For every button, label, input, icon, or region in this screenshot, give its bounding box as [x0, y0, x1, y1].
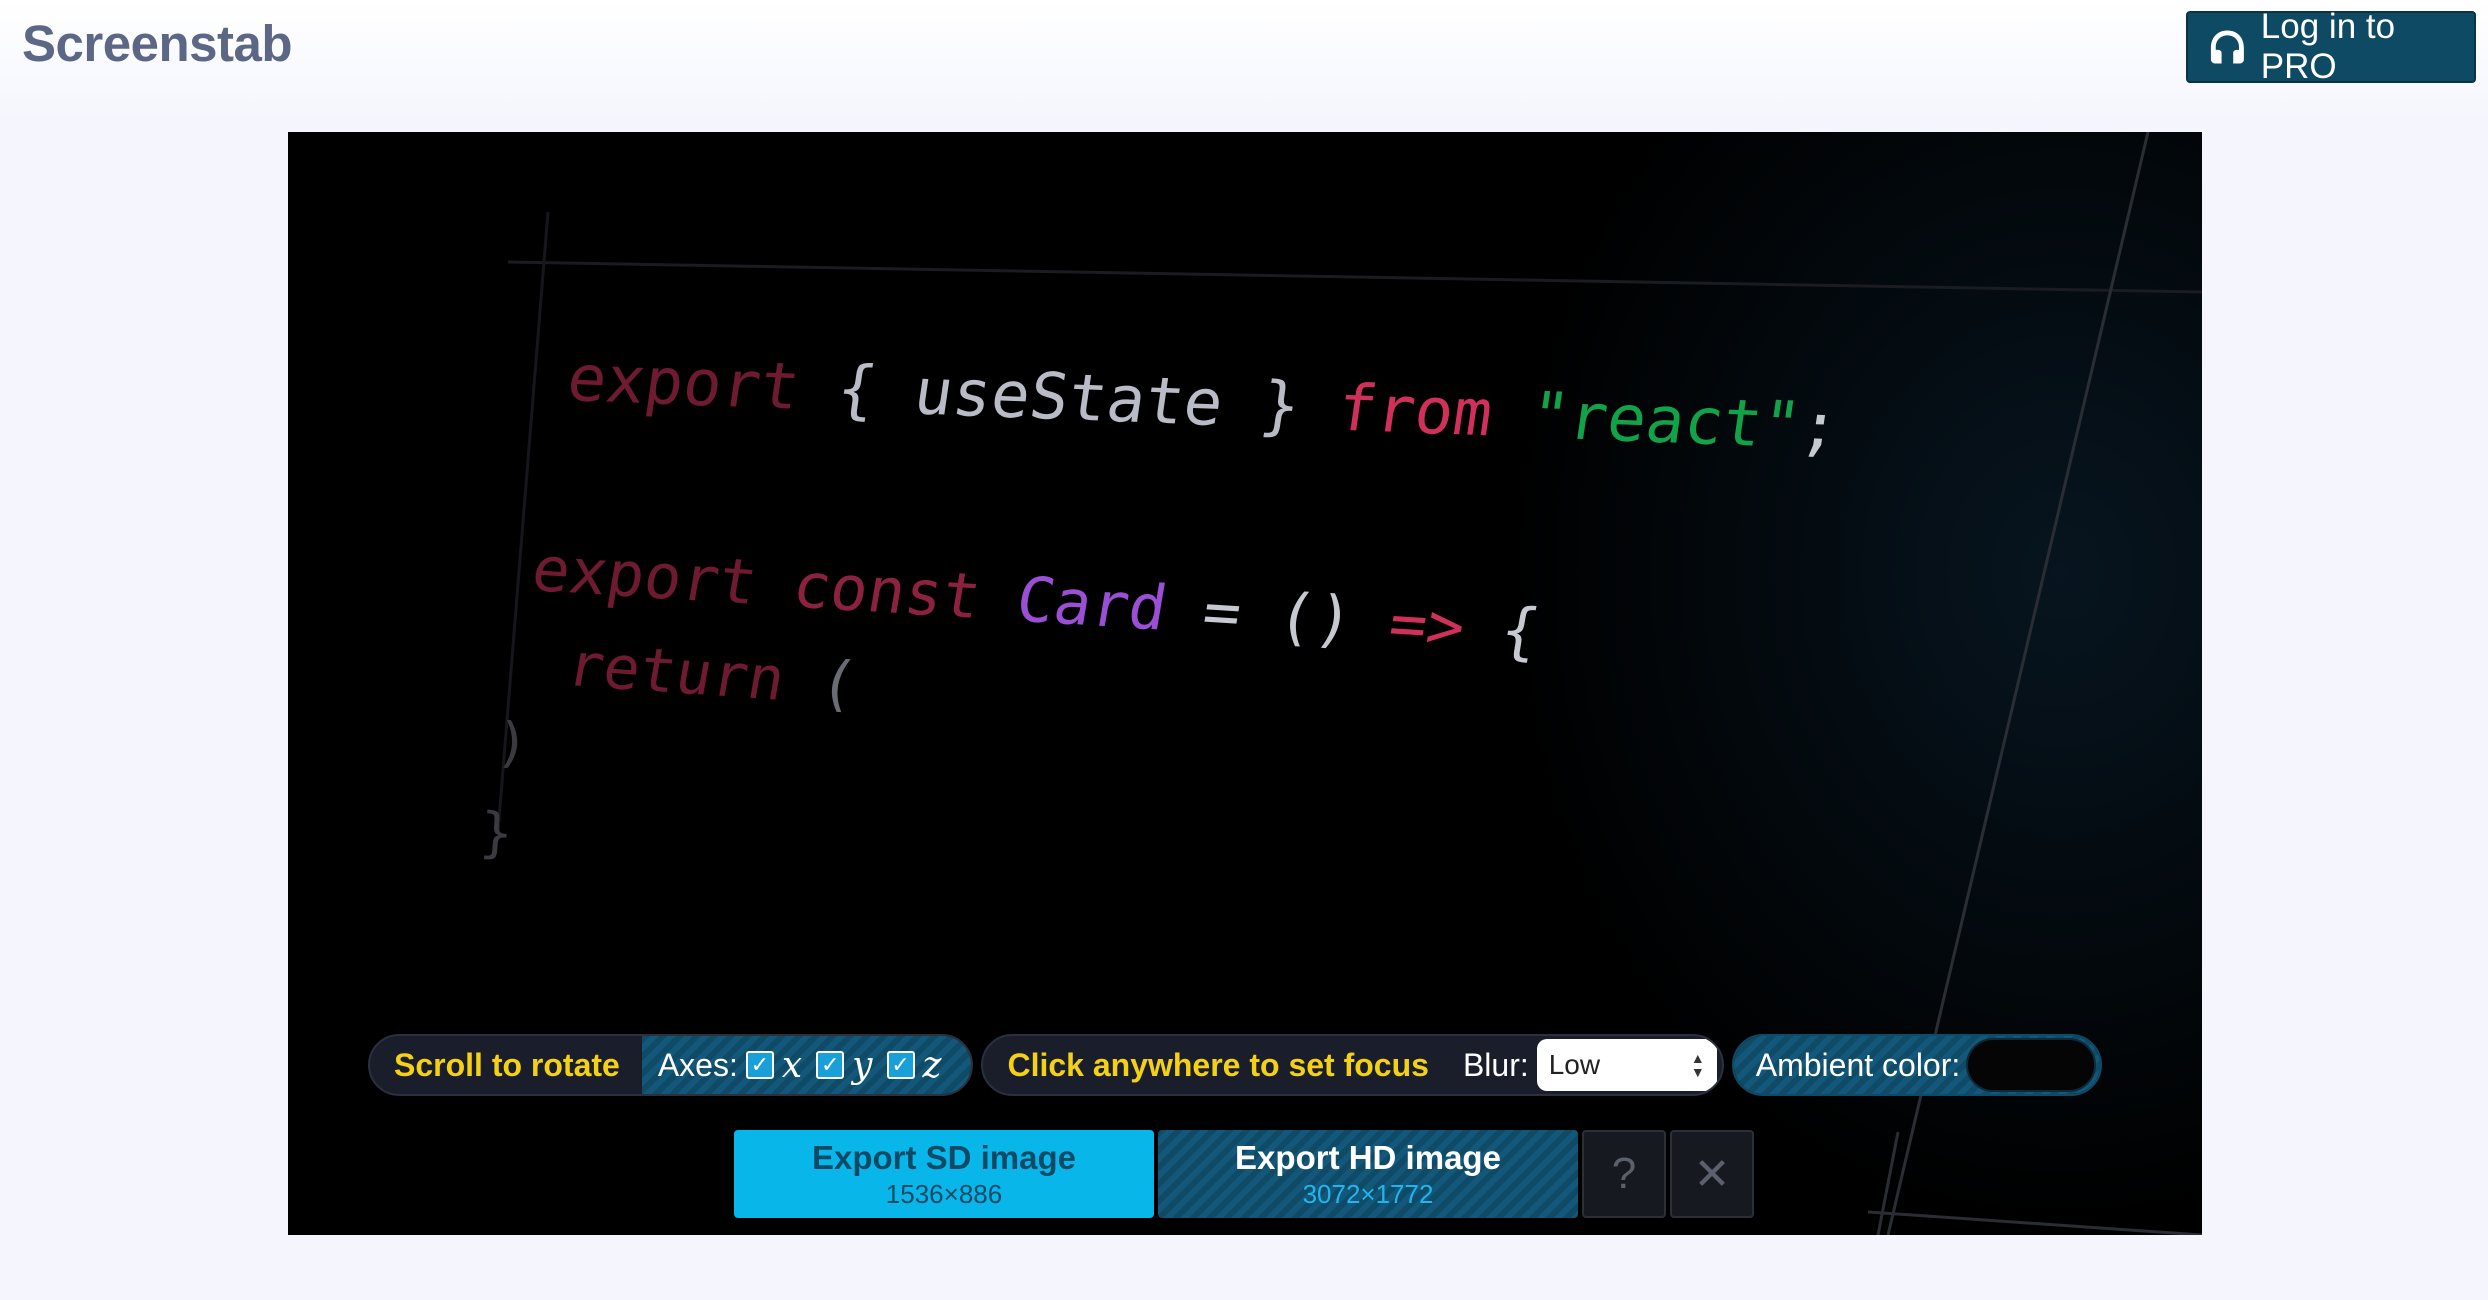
ambient-label: Ambient color: — [1755, 1046, 1961, 1083]
export-sd-label: Export SD image — [811, 1138, 1077, 1176]
axis-z-checkbox[interactable]: ✓ — [886, 1051, 915, 1079]
rotate-label: Scroll to rotate — [394, 1046, 620, 1083]
axis-x-label: x — [781, 1044, 803, 1086]
export-sd-size: 1536×886 — [885, 1178, 1003, 1209]
axis-z-label: z — [922, 1044, 942, 1086]
question-icon: ? — [1611, 1149, 1637, 1198]
code-line: } — [477, 800, 515, 866]
header — [0, 0, 2488, 120]
focus-label: Click anywhere to set focus — [1007, 1046, 1429, 1083]
axis-x-checkbox[interactable]: ✓ — [745, 1051, 774, 1079]
export-hd-label: Export HD image — [1235, 1138, 1501, 1176]
login-pro-button[interactable]: Log in to PRO — [2186, 7, 2476, 86]
close-icon: ✕ — [1693, 1149, 1731, 1199]
helmet-icon — [2210, 30, 2244, 64]
axis-y-checkbox[interactable]: ✓ — [816, 1051, 845, 1079]
controls-toolbar: Scroll to rotate Axes: ✓ x ✓ y ✓ z Click… — [368, 1034, 2103, 1096]
ambient-group: Ambient color: — [1733, 1036, 2101, 1094]
blur-value: Low — [1548, 1049, 1601, 1080]
rotate-pill: Scroll to rotate Axes: ✓ x ✓ y ✓ z — [368, 1034, 974, 1096]
login-label: Log in to PRO — [2260, 7, 2396, 86]
logo: Screenstab — [22, 15, 292, 72]
help-button[interactable]: ? — [1582, 1130, 1666, 1218]
axes-label: Axes: — [657, 1046, 738, 1083]
export-hd-size: 3072×1772 — [1302, 1178, 1434, 1209]
export-sd-button[interactable]: Export SD image 1536×886 — [734, 1130, 1154, 1218]
close-button[interactable]: ✕ — [1670, 1130, 1754, 1218]
select-arrows-icon: ▲ ▼ — [1690, 1050, 1705, 1080]
ambient-pill: Ambient color: — [1731, 1034, 2103, 1096]
blur-label: Blur: — [1462, 1046, 1529, 1083]
preview-canvas[interactable]: export { useState } from "react"; export… — [288, 132, 2202, 1235]
export-hd-button[interactable]: Export HD image 3072×1772 — [1158, 1130, 1578, 1218]
focus-pill: Click anywhere to set focus Blur: Low ▲ ▼ — [981, 1034, 1724, 1096]
export-row: Export SD image 1536×886 Export HD image… — [734, 1130, 1754, 1218]
code-line: ) — [493, 710, 531, 776]
axes-group: Axes: ✓ x ✓ y ✓ z — [641, 1036, 972, 1094]
blur-select[interactable]: Low ▲ ▼ — [1536, 1039, 1717, 1091]
axis-y-label: y — [852, 1044, 873, 1086]
ambient-color-picker[interactable] — [1966, 1038, 2097, 1092]
